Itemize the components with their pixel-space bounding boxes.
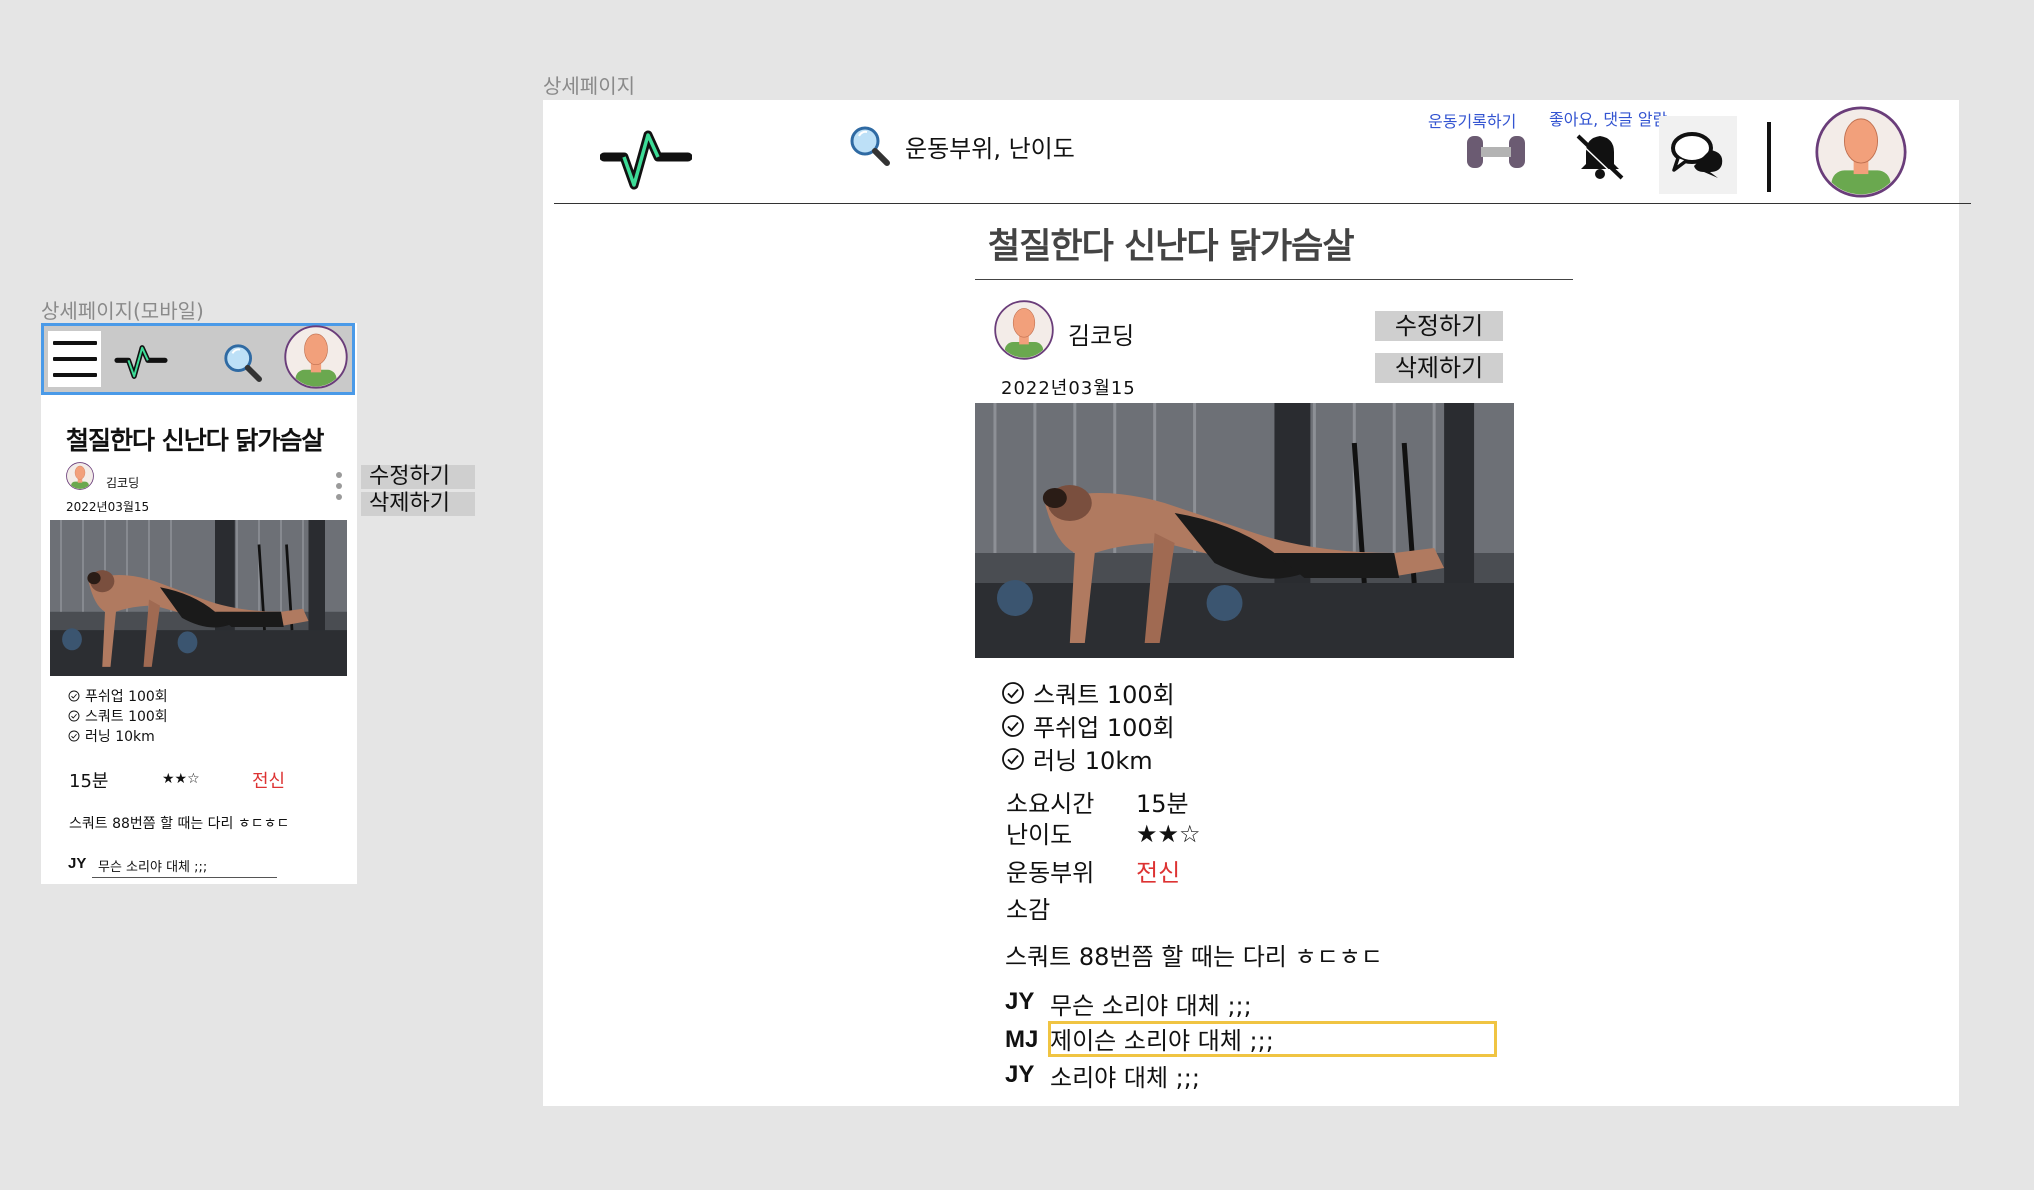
difficulty-key: 난이도 <box>1006 821 1073 849</box>
duration-value: 15분 <box>69 771 109 792</box>
review-text: 스쿼트 88번쯤 할 때는 다리 ㅎㄷㅎㄷ <box>69 816 290 832</box>
desktop-frame-label: 상세페이지 <box>543 74 635 98</box>
check-circle-icon <box>68 710 80 722</box>
comment-user: JY <box>1005 988 1035 1015</box>
post-date: 2022년03월15 <box>1001 378 1136 399</box>
comment-user: JY <box>1005 1061 1035 1088</box>
exercise-item: 스쿼트 100회 <box>68 706 168 726</box>
delete-button[interactable]: 삭제하기 <box>1375 353 1503 383</box>
difficulty-stars: ★★☆ <box>1136 820 1201 848</box>
kebab-menu-icon[interactable] <box>334 472 344 506</box>
author-name: 김코딩 <box>1068 322 1135 350</box>
review-key: 소감 <box>1006 896 1051 924</box>
part-key: 운동부위 <box>1006 859 1095 887</box>
post-title: 철질한다 신난다 닭가슴살 <box>988 227 1355 267</box>
record-label: 운동기록하기 <box>1428 112 1517 131</box>
post-date: 2022년03월15 <box>66 500 150 514</box>
pulse-logo-icon[interactable] <box>114 342 168 382</box>
avatar-icon[interactable] <box>1815 106 1907 198</box>
time-value: 15분 <box>1136 790 1189 818</box>
bell-muted-icon[interactable] <box>1572 126 1628 182</box>
comment-text: 무슨 소리야 대체 ;;; <box>1050 992 1252 1020</box>
difficulty-stars: ★★☆ <box>162 770 200 786</box>
edit-button[interactable]: 수정하기 <box>361 465 475 489</box>
header-divider <box>1767 122 1771 192</box>
search-input[interactable]: 운동부위, 난이도 <box>905 129 1075 164</box>
search-icon[interactable] <box>222 342 262 382</box>
exercise-item: 푸쉬업 100회 <box>1001 708 1175 743</box>
author-name: 김코딩 <box>106 476 140 490</box>
exercise-item: 러닝 10km <box>1001 741 1153 776</box>
comment-user: MJ <box>1005 1026 1039 1053</box>
menu-icon[interactable] <box>48 331 101 387</box>
pulse-logo-icon[interactable] <box>600 125 692 195</box>
edit-button[interactable]: 수정하기 <box>1375 311 1503 341</box>
check-circle-icon <box>68 690 80 702</box>
chat-bubbles-icon[interactable] <box>1670 128 1726 180</box>
delete-button[interactable]: 삭제하기 <box>361 492 475 516</box>
time-key: 소요시간 <box>1006 790 1095 818</box>
check-circle-icon <box>68 730 80 742</box>
exercise-photo <box>50 520 347 676</box>
exercise-item: 푸쉬업 100회 <box>68 686 168 706</box>
title-divider <box>975 279 1573 280</box>
check-circle-icon <box>1001 747 1025 771</box>
check-circle-icon <box>1001 681 1025 705</box>
mobile-frame-label: 상세페이지(모바일) <box>41 299 204 323</box>
part-value: 전신 <box>1136 859 1181 887</box>
exercise-item: 러닝 10km <box>68 726 155 746</box>
check-circle-icon <box>1001 714 1025 738</box>
comment-user: JY <box>68 855 87 872</box>
dumbbell-icon[interactable] <box>1463 130 1529 174</box>
comment-text: 소리야 대체 ;;; <box>1050 1064 1200 1092</box>
author-avatar-icon <box>66 461 94 491</box>
search-icon[interactable] <box>848 124 890 166</box>
post-title: 철질한다 신난다 닭가슴살 <box>66 426 324 455</box>
body-part-value: 전신 <box>252 771 286 792</box>
exercise-item: 스쿼트 100회 <box>1001 675 1175 710</box>
header-divider-line <box>554 203 1971 204</box>
comment-input-underline[interactable] <box>92 877 277 878</box>
author-avatar-icon <box>994 300 1054 360</box>
exercise-photo <box>975 403 1514 658</box>
avatar-icon[interactable] <box>284 325 348 389</box>
review-text: 스쿼트 88번쯤 할 때는 다리 ㅎㄷㅎㄷ <box>1005 943 1383 971</box>
comment-text[interactable]: 제이슨 소리야 대체 ;;; <box>1050 1021 1274 1056</box>
comment-text: 무슨 소리야 대체 ;;; <box>98 860 208 875</box>
